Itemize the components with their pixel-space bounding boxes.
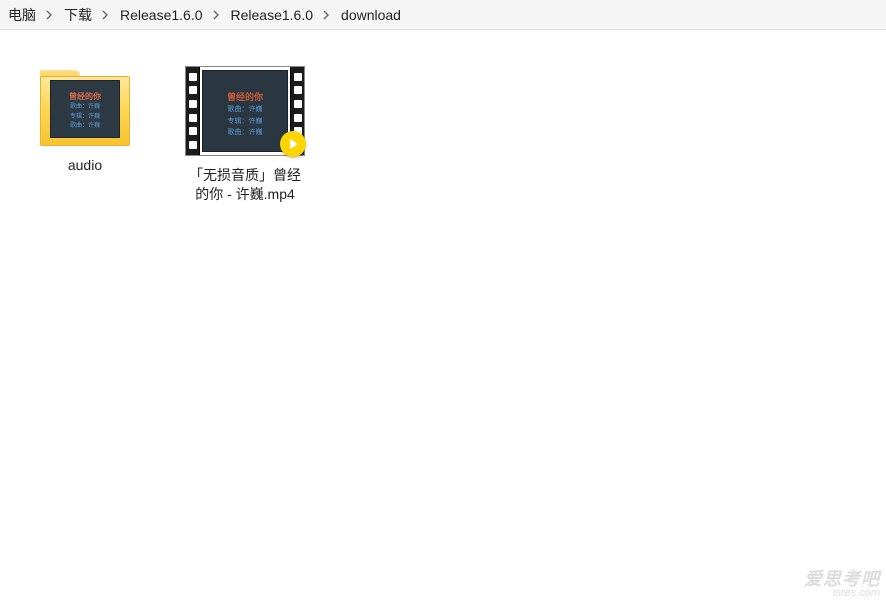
breadcrumb-item[interactable]: Release1.6.0 [114,7,209,23]
breadcrumb-item[interactable]: 下载 [58,5,98,25]
watermark-title: 爱思考吧 [804,570,880,588]
thumb-title: 曾经的你 [227,90,263,103]
folder-thumbnail: 曾经的你 歌曲：许巍 专辑：许巍 歌曲：许巍 [50,80,120,138]
breadcrumb-bar: 电脑 下载 Release1.6.0 Release1.6.0 download [0,0,886,30]
file-label: audio [68,156,102,175]
chevron-right-icon [98,10,114,20]
thumb-meta: 歌曲：许巍 [70,123,100,131]
film-strip-icon [186,67,200,155]
thumb-meta: 专辑：许巍 [228,117,263,127]
folder-icon: 曾经的你 歌曲：许巍 专辑：许巍 歌曲：许巍 [40,66,130,146]
thumb-title: 曾经的你 [69,91,101,102]
breadcrumb-item[interactable]: download [335,7,407,23]
thumb-meta: 歌曲：许巍 [228,105,263,115]
folder-content-area[interactable]: 曾经的你 歌曲：许巍 专辑：许巍 歌曲：许巍 audio 曾经的你 歌曲：许巍 … [0,30,886,240]
breadcrumb-item[interactable]: 电脑 [2,5,42,25]
thumb-meta: 专辑：许巍 [70,114,100,122]
watermark-url: isres.com [804,588,880,599]
player-badge-icon: Player [280,131,306,157]
chevron-right-icon [42,10,58,20]
watermark: 爱思考吧 isres.com [804,570,880,599]
file-item-video[interactable]: 曾经的你 歌曲：许巍 专辑：许巍 歌曲：许巍 Player 「无损音质」曾经的你… [180,60,310,210]
folder-item-audio[interactable]: 曾经的你 歌曲：许巍 专辑：许巍 歌曲：许巍 audio [20,60,150,181]
chevron-right-icon [319,10,335,20]
video-thumbnail-icon: 曾经的你 歌曲：许巍 专辑：许巍 歌曲：许巍 Player [185,66,305,156]
thumb-meta: 歌曲：许巍 [70,104,100,112]
thumb-meta: 歌曲：许巍 [228,128,263,138]
file-label: 「无损音质」曾经的你 - 许巍.mp4 [184,166,306,204]
video-frame: 曾经的你 歌曲：许巍 专辑：许巍 歌曲：许巍 [202,70,288,152]
chevron-right-icon [209,10,225,20]
breadcrumb-item[interactable]: Release1.6.0 [225,7,320,23]
